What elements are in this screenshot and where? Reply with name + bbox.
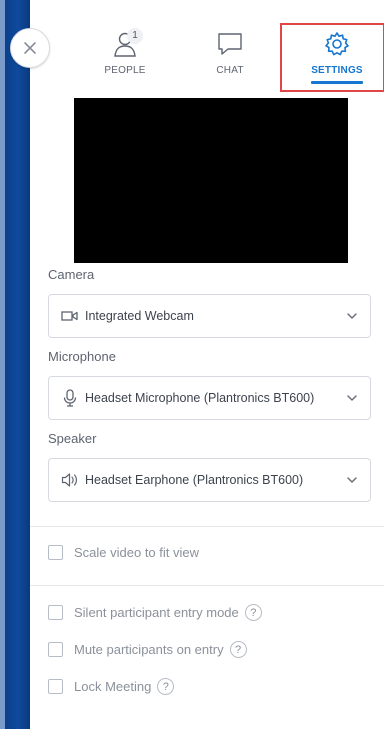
tab-bar: 1 PEOPLE CHAT SETTINGS <box>30 0 384 92</box>
microphone-selected-value: Headset Microphone (Plantronics BT600) <box>85 391 315 405</box>
camera-selected-value: Integrated Webcam <box>85 309 194 323</box>
people-count-badge: 1 <box>127 28 143 44</box>
camera-select[interactable]: Integrated Webcam <box>48 294 371 338</box>
settings-highlight-box <box>280 23 384 92</box>
silent-entry-option[interactable]: Silent participant entry mode ? <box>48 604 262 621</box>
speaker-icon <box>61 471 79 489</box>
chevron-down-icon <box>347 477 357 483</box>
lock-meeting-label: Lock Meeting <box>74 679 152 694</box>
scale-video-option[interactable]: Scale video to fit view <box>48 545 199 560</box>
help-icon[interactable]: ? <box>157 678 175 695</box>
video-preview <box>74 98 348 263</box>
speaker-label: Speaker <box>48 431 97 446</box>
lock-meeting-checkbox[interactable] <box>48 679 63 694</box>
chevron-down-icon <box>347 313 357 319</box>
speaker-select[interactable]: Headset Earphone (Plantronics BT600) <box>48 458 371 502</box>
mute-on-entry-label: Mute participants on entry <box>74 642 224 657</box>
tab-people-label: PEOPLE <box>104 65 146 76</box>
mute-on-entry-option[interactable]: Mute participants on entry ? <box>48 641 247 658</box>
divider <box>30 585 384 586</box>
speaker-selected-value: Headset Earphone (Plantronics BT600) <box>85 473 304 487</box>
left-accent-strip <box>0 0 30 729</box>
close-icon <box>24 42 36 54</box>
chevron-down-icon <box>347 395 357 401</box>
lock-meeting-option[interactable]: Lock Meeting ? <box>48 678 175 695</box>
silent-entry-label: Silent participant entry mode <box>74 605 239 620</box>
microphone-select[interactable]: Headset Microphone (Plantronics BT600) <box>48 376 371 420</box>
divider <box>30 526 384 527</box>
camera-label: Camera <box>48 267 95 282</box>
tab-people[interactable]: 1 PEOPLE <box>85 28 165 84</box>
scale-video-checkbox[interactable] <box>48 545 63 560</box>
help-icon[interactable]: ? <box>244 604 262 621</box>
close-button[interactable] <box>10 28 50 68</box>
settings-panel: 1 PEOPLE CHAT SETTINGS Camera Integrated… <box>30 0 384 729</box>
scale-video-label: Scale video to fit view <box>74 545 200 560</box>
tab-chat[interactable]: CHAT <box>190 30 270 84</box>
microphone-icon <box>61 389 79 407</box>
chat-icon <box>218 33 242 55</box>
silent-entry-checkbox[interactable] <box>48 605 63 620</box>
help-icon[interactable]: ? <box>229 641 247 658</box>
mute-on-entry-checkbox[interactable] <box>48 642 63 657</box>
microphone-label: Microphone <box>48 349 116 364</box>
webcam-icon <box>61 307 79 325</box>
tab-chat-label: CHAT <box>216 65 244 76</box>
